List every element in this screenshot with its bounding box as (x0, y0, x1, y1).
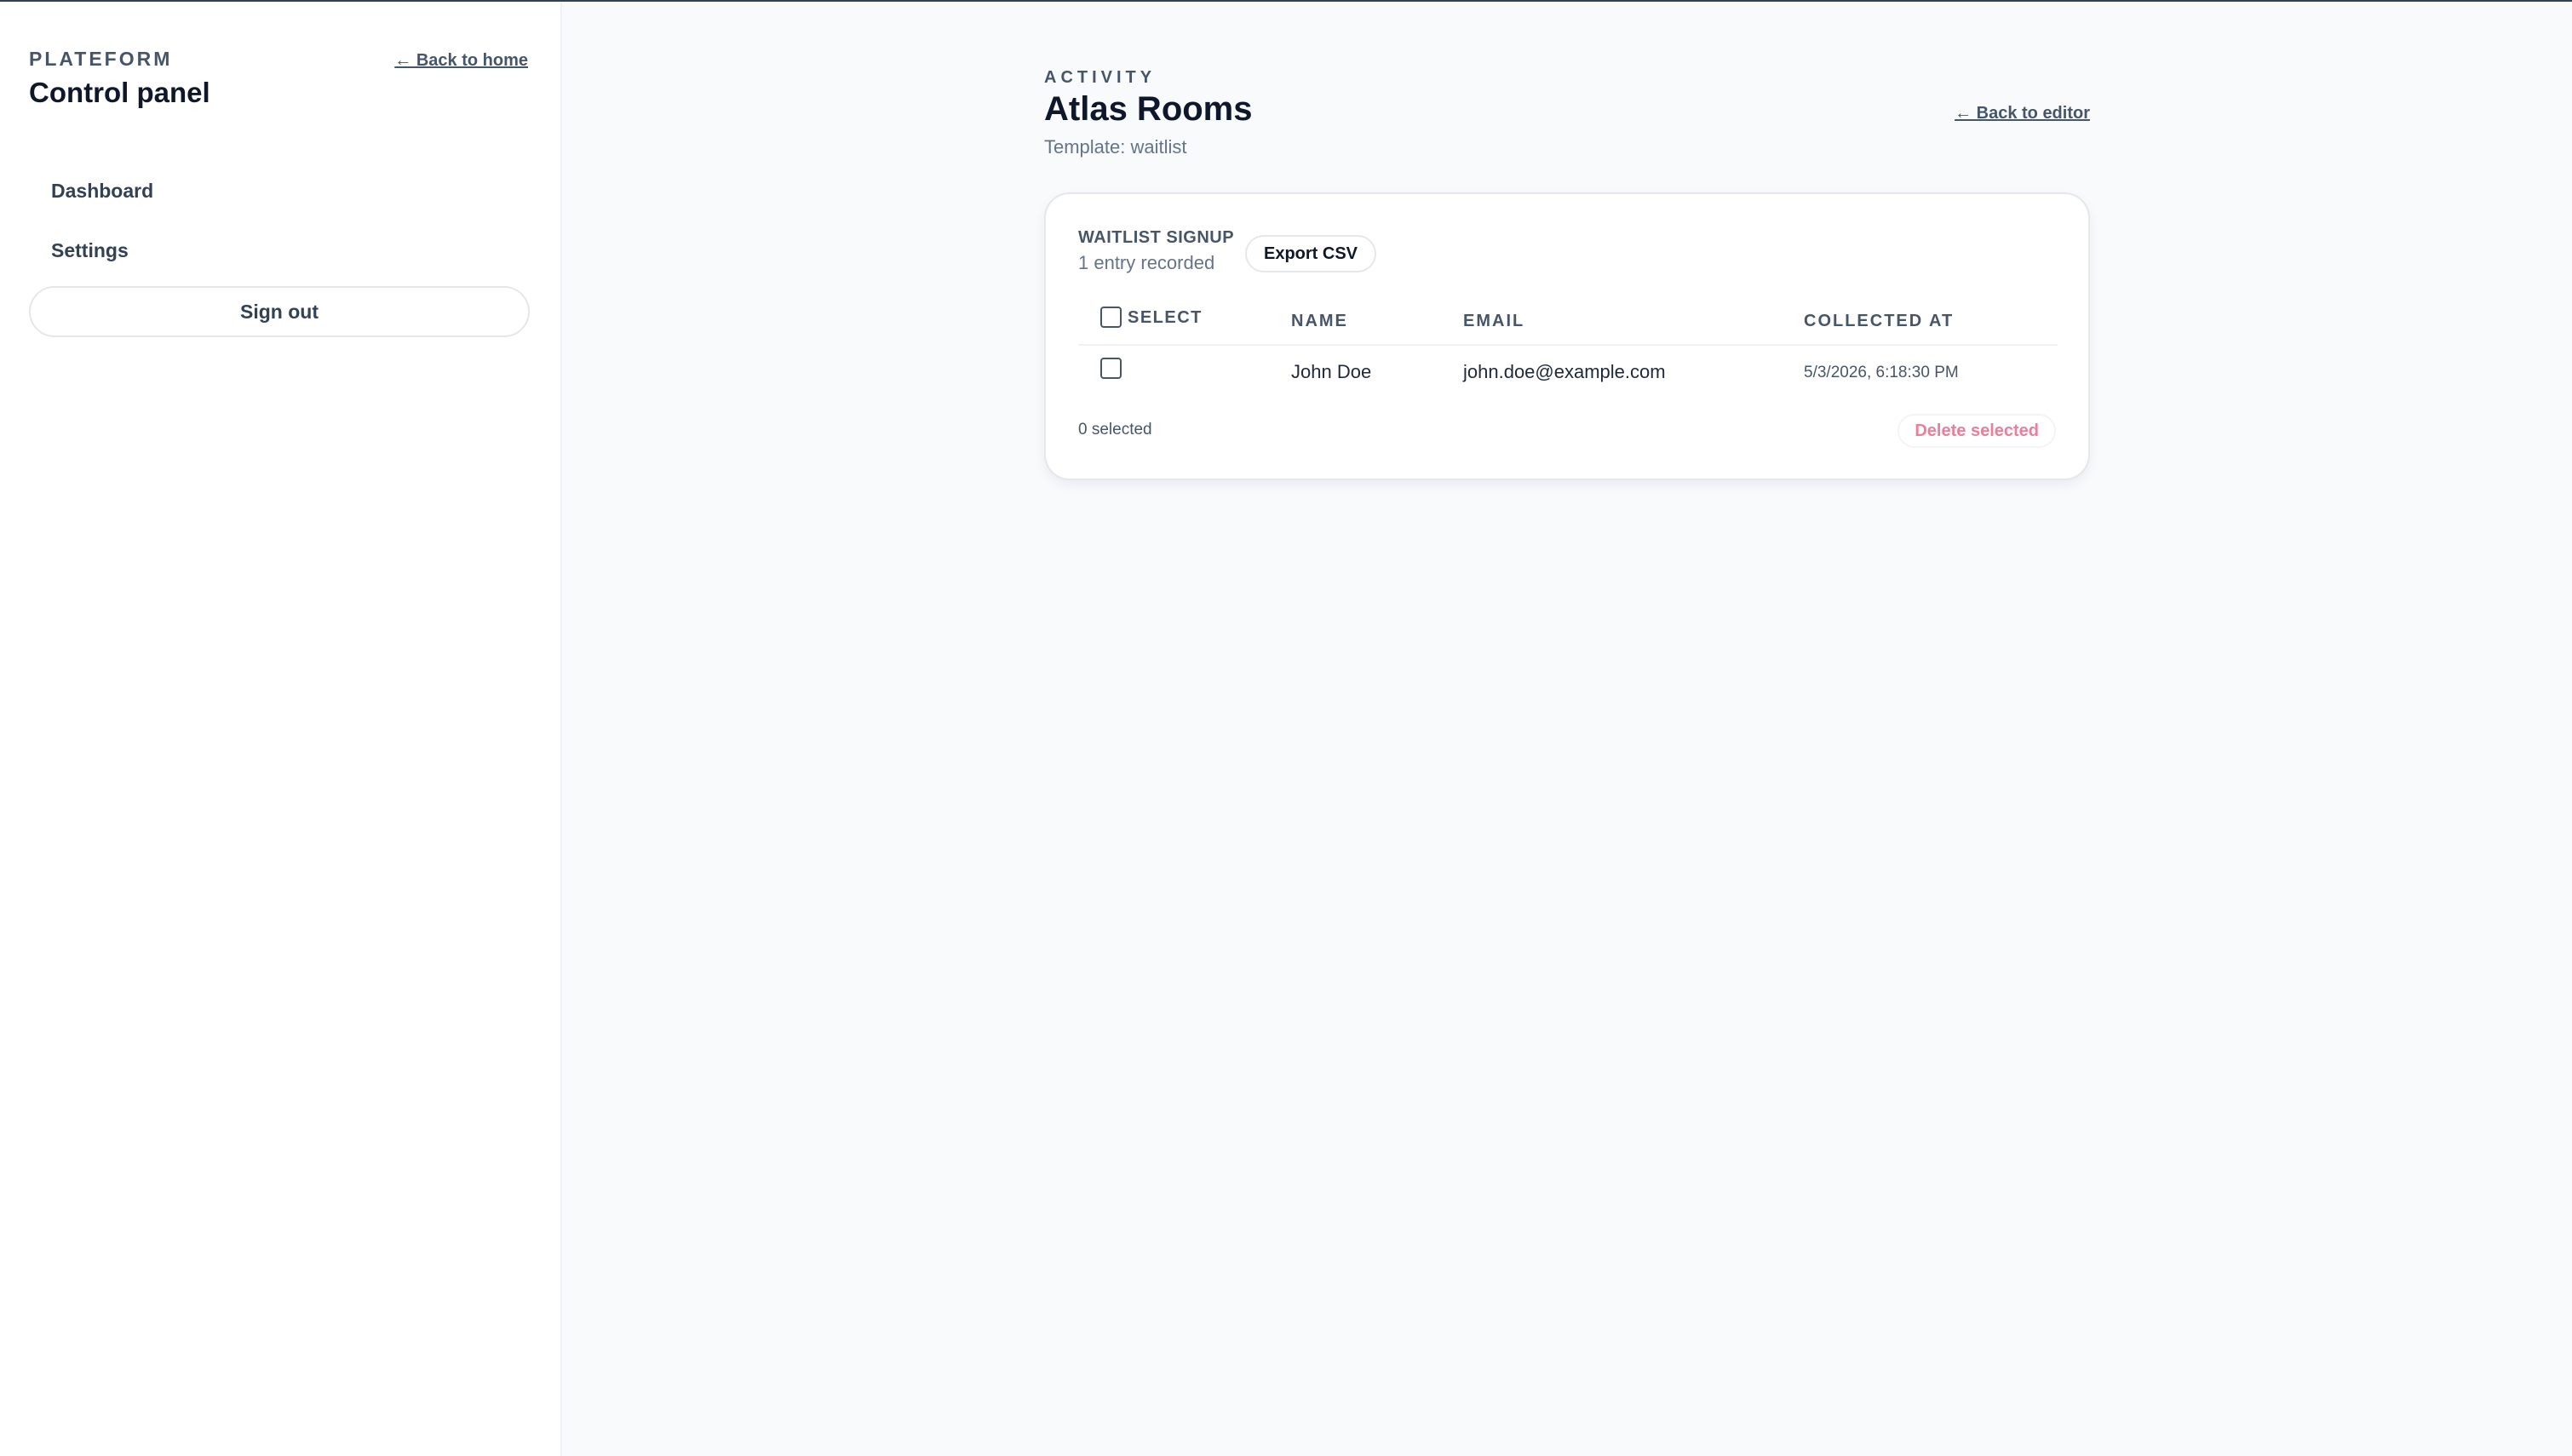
sidebar-title: Control panel (29, 77, 210, 108)
cell-name: John Doe (1291, 361, 1372, 382)
column-header-collected-at: COLLECTED AT (1804, 312, 1955, 330)
table-header-divider (1078, 344, 2058, 346)
cell-email: john.doe@example.com (1463, 361, 1666, 382)
cell-collected-at: 5/3/2026, 6:18:30 PM (1804, 364, 1959, 381)
back-to-home-link[interactable]: ← Back to home (394, 51, 528, 71)
column-header-select: SELECT (1128, 308, 1203, 327)
sidebar-item-settings[interactable]: Settings (29, 228, 530, 272)
template-label: Template: waitlist (1044, 136, 1187, 158)
card-title: WAITLIST SIGNUP (1078, 228, 1235, 247)
delete-selected-button[interactable]: Delete selected (1897, 414, 2056, 448)
column-header-name: NAME (1291, 312, 1348, 330)
entry-count: 1 entry recorded (1078, 252, 1215, 273)
sidebar-item-dashboard[interactable]: Dashboard (29, 169, 530, 213)
export-csv-button[interactable]: Export CSV (1245, 235, 1377, 272)
page-title: Atlas Rooms (1044, 90, 1253, 128)
section-eyebrow: ACTIVITY (1044, 68, 1157, 87)
select-all-checkbox[interactable] (1100, 307, 1122, 328)
column-header-email: EMAIL (1463, 312, 1525, 330)
selected-count: 0 selected (1078, 421, 1152, 439)
sign-out-button[interactable]: Sign out (29, 286, 530, 337)
sidebar: PLATEFORM Control panel ← Back to home D… (0, 2, 562, 1456)
brand-name: PLATEFORM (29, 48, 173, 70)
row-select-checkbox[interactable] (1100, 358, 1122, 379)
back-to-editor-link[interactable]: ← Back to editor (1955, 104, 2090, 123)
waitlist-card: WAITLIST SIGNUP 1 entry recorded Export … (1044, 192, 2090, 480)
